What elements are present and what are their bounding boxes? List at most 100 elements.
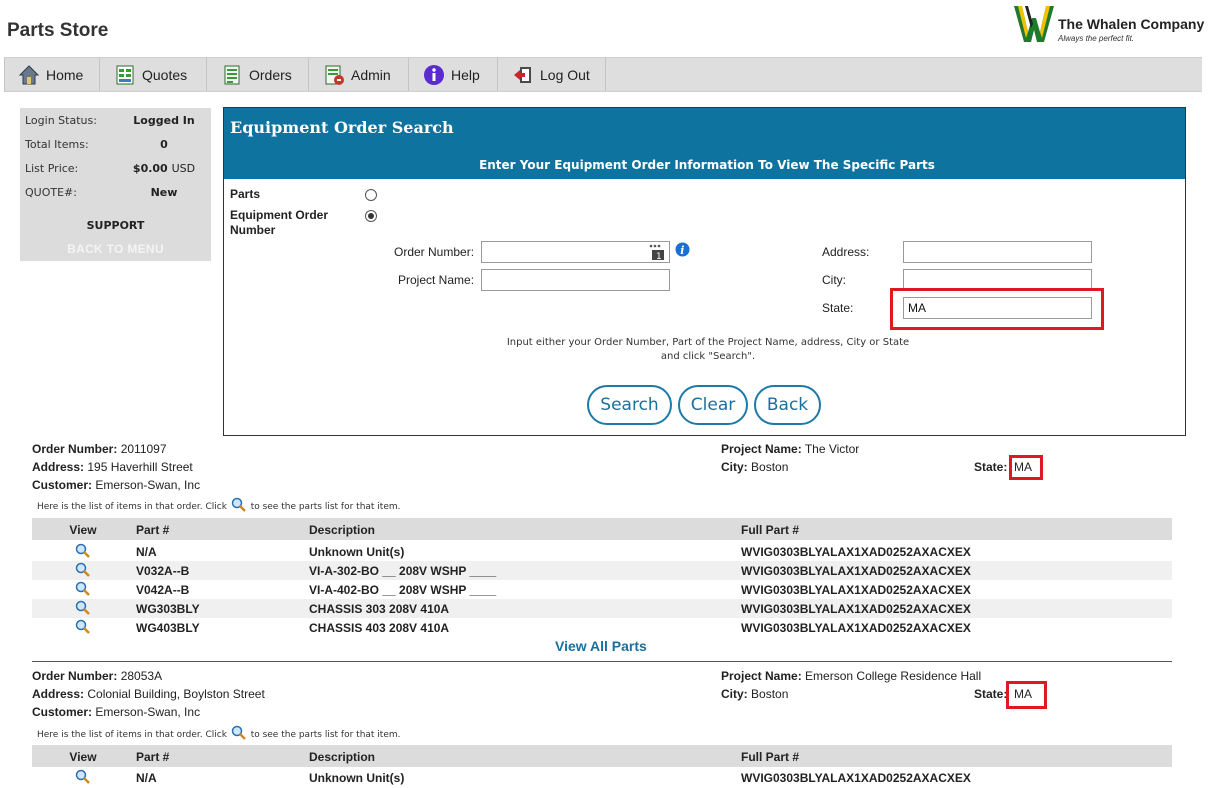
quotes-icon — [114, 64, 136, 86]
company-tagline: Always the perfect fit. — [1058, 34, 1135, 43]
help-icon — [423, 64, 445, 86]
login-status-value: Logged In — [133, 114, 195, 127]
order2-state: State: — [974, 687, 1007, 701]
orders-icon — [221, 64, 243, 86]
back-button[interactable]: Back — [754, 385, 821, 425]
full-part-cell: WVIG0303BLYALAX1XAD0252AXACXEX — [741, 621, 971, 635]
list-price-amount: $0.00 — [132, 162, 168, 175]
back-to-menu-link[interactable]: BACK TO MENU — [20, 242, 211, 256]
nav-logout[interactable]: Log Out — [498, 58, 606, 91]
nav-home[interactable]: Home — [4, 58, 100, 91]
table-row: V032A--B VI-A-302-BO __ 208V WSHP ____ W… — [32, 561, 1172, 580]
company-logo: The Whalen Company Always the perfect fi… — [1012, 4, 1212, 44]
part-cell: WG403BLY — [136, 621, 200, 635]
part-cell: V042A--B — [136, 583, 190, 597]
col-view: View — [69, 523, 97, 537]
order2-state-highlight — [1006, 681, 1047, 709]
info-icon[interactable]: i — [675, 242, 690, 262]
note-before: Here is the list of items in that order.… — [37, 730, 227, 740]
nav-orders[interactable]: Orders — [207, 58, 309, 91]
project-name-label: Project Name: — [398, 273, 475, 287]
view-parts-icon[interactable] — [68, 769, 98, 788]
customer-label: Customer: — [32, 705, 93, 719]
description-cell: VI-A-402-BO __ 208V WSHP ____ — [309, 583, 497, 597]
col-view: View — [69, 750, 97, 764]
total-items-label: Total Items: — [25, 138, 89, 151]
company-name: The Whalen Company — [1058, 16, 1205, 32]
nav-help[interactable]: Help — [409, 58, 498, 91]
nav-help-label: Help — [451, 66, 480, 83]
full-part-cell: WVIG0303BLYALAX1XAD0252AXACXEX — [741, 545, 971, 559]
order2-address: Address: Colonial Building, Boylston Str… — [32, 687, 265, 701]
quote-label: QUOTE#: — [25, 186, 77, 199]
description-cell: CHASSIS 403 208V 410A — [309, 621, 450, 635]
equipment-order-search-panel: Equipment Order Search Enter Your Equipm… — [223, 107, 1186, 436]
part-cell: WG303BLY — [136, 602, 200, 616]
order2-project: Project Name: Emerson College Residence … — [721, 669, 981, 683]
customer-value: Emerson-Swan, Inc — [95, 478, 201, 492]
svg-text:i: i — [680, 244, 684, 257]
order-number-input[interactable] — [481, 241, 670, 263]
view-parts-icon[interactable] — [68, 562, 98, 581]
city-value: Boston — [751, 460, 789, 474]
project-name-input[interactable] — [481, 269, 670, 291]
view-parts-icon[interactable] — [68, 543, 98, 562]
order1-table-header: View Part # Description Full Part # — [32, 518, 1172, 540]
state-input-highlight — [890, 288, 1104, 330]
view-parts-icon[interactable] — [68, 581, 98, 600]
order-divider — [32, 661, 1172, 662]
main-nav: Home Quotes Orders Admin Help Log Out — [4, 57, 1202, 92]
order-number-value: 28053A — [120, 669, 163, 683]
order1-note: Here is the list of items in that order.… — [37, 497, 401, 516]
customer-value: Emerson-Swan, Inc — [95, 705, 201, 719]
equipment-order-radio[interactable] — [365, 210, 377, 222]
panel-title: Equipment Order Search — [230, 118, 454, 137]
project-name-value: Emerson College Residence Hall — [805, 669, 982, 683]
total-items-value: 0 — [160, 138, 168, 151]
order1-customer: Customer: Emerson-Swan, Inc — [32, 478, 200, 492]
order2-table-header: View Part # Description Full Part # — [32, 745, 1172, 767]
note-after: to see the parts list for that item. — [250, 502, 401, 512]
city-label: City: — [822, 273, 846, 287]
search-button[interactable]: Search — [587, 385, 672, 425]
address-input[interactable] — [903, 241, 1092, 263]
address-value: Colonial Building, Boylston Street — [87, 687, 265, 701]
order2-note: Here is the list of items in that order.… — [37, 725, 401, 744]
nav-admin[interactable]: Admin — [309, 58, 409, 91]
list-price-label: List Price: — [25, 162, 79, 175]
nav-quotes[interactable]: Quotes — [100, 58, 207, 91]
list-price-unit: USD — [171, 162, 196, 175]
view-all-parts-link[interactable]: View All Parts — [555, 638, 647, 654]
part-cell: V032A--B — [136, 564, 190, 578]
city-label: City: — [721, 460, 748, 474]
parts-radio[interactable] — [365, 189, 377, 201]
part-cell: N/A — [136, 771, 157, 785]
address-label: Address: — [822, 245, 870, 259]
search-hint-line2: and click "Search". — [660, 351, 756, 362]
order1-number: Order Number: 2011097 — [32, 442, 167, 456]
description-cell: Unknown Unit(s) — [309, 771, 405, 785]
note-before: Here is the list of items in that order.… — [37, 502, 227, 512]
magnifier-icon — [230, 497, 248, 516]
project-name-label: Project Name: — [721, 442, 802, 456]
full-part-cell: WVIG0303BLYALAX1XAD0252AXACXEX — [741, 602, 971, 616]
search-hint-line1: Input either your Order Number, Part of … — [506, 337, 910, 348]
view-parts-icon[interactable] — [68, 600, 98, 619]
admin-icon — [323, 64, 345, 86]
home-icon — [18, 64, 40, 86]
clear-button[interactable]: Clear — [678, 385, 748, 425]
view-parts-icon[interactable] — [68, 619, 98, 638]
note-after: to see the parts list for that item. — [250, 730, 401, 740]
address-value: 195 Haverhill Street — [87, 460, 193, 474]
order2-city: City: Boston — [721, 687, 788, 701]
description-cell: VI-A-302-BO __ 208V WSHP ____ — [309, 564, 497, 578]
full-part-cell: WVIG0303BLYALAX1XAD0252AXACXEX — [741, 583, 971, 597]
list-price-value: $0.00 USD — [131, 162, 197, 175]
calculator-icon[interactable]: 1 — [648, 243, 666, 266]
order-number-label: Order Number: — [32, 442, 118, 456]
part-cell: N/A — [136, 545, 157, 559]
state-label: State: — [974, 687, 1008, 701]
support-link[interactable]: SUPPORT — [20, 219, 211, 232]
order1-state-highlight — [1009, 455, 1043, 480]
nav-orders-label: Orders — [249, 66, 292, 83]
